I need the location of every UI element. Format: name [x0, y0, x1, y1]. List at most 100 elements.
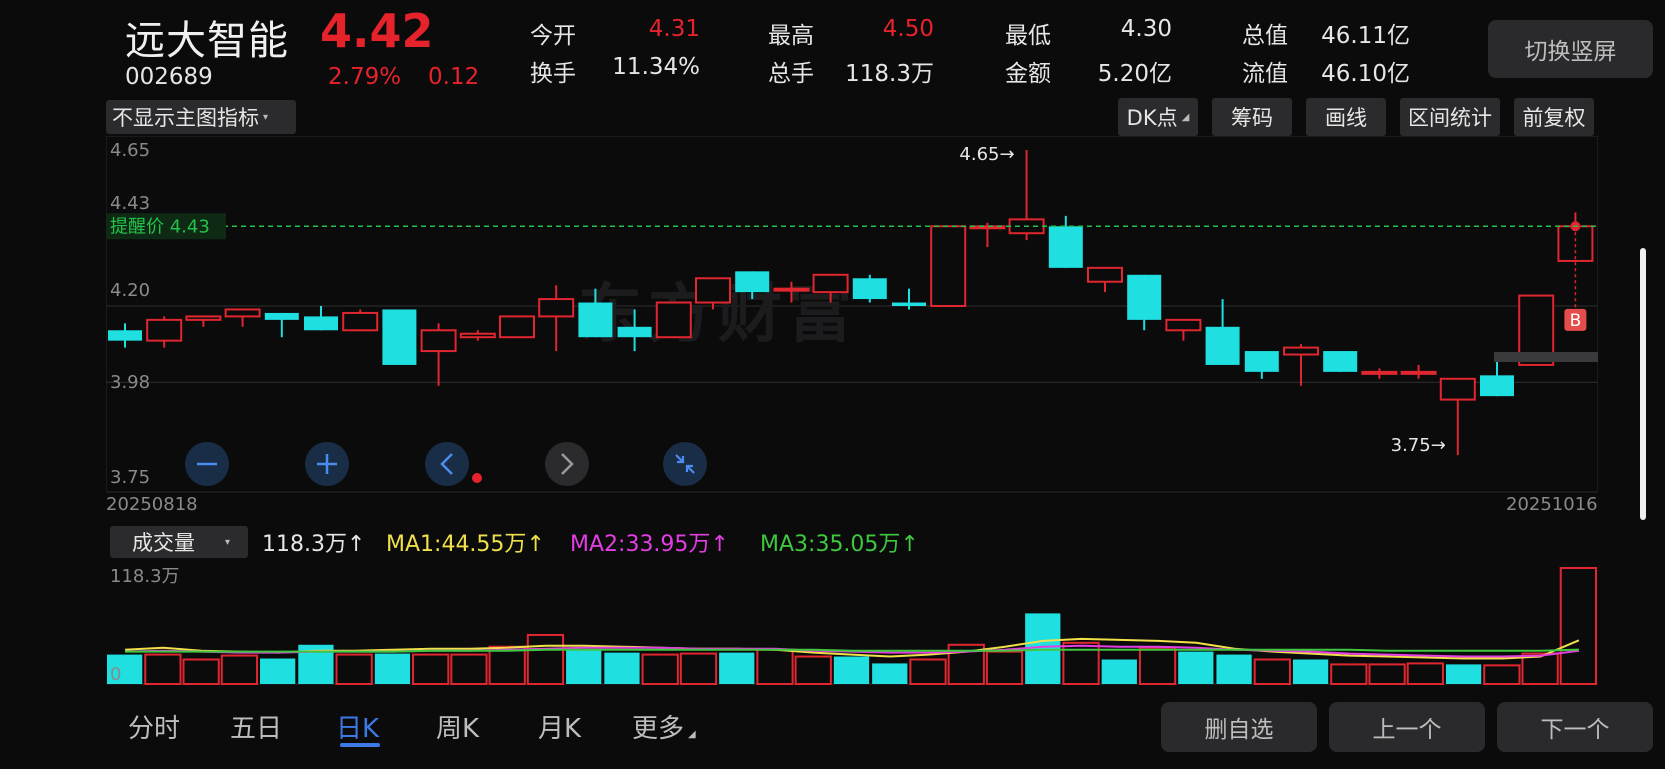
change-amount: 0.12: [428, 64, 480, 90]
volume-ma2-arrow: ↑: [710, 532, 729, 557]
dropdown-icon: ▾: [225, 536, 231, 548]
kline-chart[interactable]: 东方财富 提醒价 4.43 4.65→ 3.75→ B: [106, 136, 1598, 494]
candle: [1127, 274, 1162, 331]
quote-label-float-cap: 流值: [1242, 61, 1288, 87]
scrollbar[interactable]: [1640, 248, 1646, 520]
candle: [108, 323, 142, 348]
dk-point-button[interactable]: DK点 ◢: [1118, 98, 1198, 136]
volume-ma1-value: MA1:44.55万: [386, 532, 527, 557]
volume-indicator-select[interactable]: 成交量 ▾: [110, 526, 248, 558]
alert-price-label: 提醒价 4.43: [110, 216, 210, 237]
next-stock-button[interactable]: 下一个: [1497, 702, 1653, 752]
zoom-in-button[interactable]: [305, 442, 349, 486]
tab-monthly-k[interactable]: 月K: [538, 708, 581, 745]
volume-current-value: 118.3万: [262, 532, 347, 557]
volume-ma3-arrow: ↑: [900, 532, 919, 557]
volume-bar: [1559, 567, 1597, 685]
tab-more-label: 更多: [632, 714, 685, 744]
quote-label-amount: 金额: [1005, 61, 1051, 87]
volume-select-label: 成交量: [132, 531, 195, 555]
volume-bar: [182, 658, 220, 686]
tab-intraday[interactable]: 分时: [128, 708, 180, 745]
volume-bar: [909, 658, 947, 686]
pan-right-button[interactable]: [545, 442, 589, 486]
volume-ma2: MA2:33.95万↑: [570, 526, 729, 558]
volume-bar: [526, 633, 565, 686]
candle: [1400, 364, 1437, 379]
volume-bar: [756, 648, 794, 685]
corner-triangle-icon: ◢: [688, 729, 696, 740]
pan-left-button[interactable]: [425, 442, 482, 486]
remove-watchlist-button[interactable]: 删自选: [1161, 702, 1317, 752]
volume-bar: [1216, 654, 1252, 684]
low-marker: 3.75→: [1391, 435, 1446, 456]
draw-line-button[interactable]: 画线: [1306, 98, 1386, 136]
candle: [1087, 266, 1123, 293]
candle: [1283, 344, 1319, 386]
adjust-button[interactable]: 前复权: [1514, 98, 1594, 136]
volume-bar: [374, 653, 411, 684]
candle: [146, 316, 183, 348]
volume-ma2-value: MA2:33.95万: [570, 532, 711, 557]
volume-bar: [1445, 664, 1482, 684]
volume-bar: [719, 652, 755, 684]
candle: [1323, 351, 1358, 372]
quote-label-volume: 总手: [768, 61, 814, 87]
end-date: 20251016: [1506, 494, 1598, 515]
candle: [538, 285, 575, 352]
volume-bar: [679, 652, 718, 686]
candle: [304, 306, 338, 331]
previous-stock-button[interactable]: 上一个: [1329, 702, 1485, 752]
y-tick-3: 4.20: [110, 280, 151, 301]
volume-current: 118.3万↑: [262, 526, 365, 558]
tab-daily-k[interactable]: 日K: [336, 708, 379, 745]
price-range-bar: [1494, 352, 1598, 362]
candle: [382, 309, 417, 365]
y-tick-1: 4.65: [110, 140, 151, 161]
candle: [1244, 351, 1279, 379]
quote-label-low: 最低: [1005, 23, 1051, 49]
candle: [499, 315, 535, 339]
volume-bar: [1101, 659, 1137, 684]
candle: [852, 274, 887, 303]
volume-bar: [412, 653, 450, 685]
switch-portrait-button[interactable]: 切换竖屏: [1488, 20, 1653, 78]
volume-bar: [1178, 651, 1214, 684]
candle: [1361, 368, 1398, 379]
y-tick-4: 3.98: [110, 372, 151, 393]
volume-chart[interactable]: [106, 560, 1598, 686]
zoom-out-button[interactable]: [185, 442, 229, 486]
volume-bar: [450, 653, 488, 685]
volume-bar: [335, 653, 373, 685]
interval-stats-button[interactable]: 区间统计: [1400, 98, 1500, 136]
volume-bar: [1368, 663, 1406, 685]
quote-value-volume: 118.3万: [845, 61, 934, 87]
volume-bar: [641, 653, 679, 685]
volume-ma3-value: MA3:35.05万: [760, 532, 901, 557]
volume-bar: [1138, 646, 1177, 686]
volume-bar: [604, 652, 640, 684]
dk-point-label: DK点: [1126, 106, 1178, 130]
volume-bar: [985, 650, 1024, 685]
candle: [1165, 318, 1202, 341]
quote-value-open: 4.31: [648, 16, 700, 42]
volume-bar: [794, 655, 832, 686]
candle: [1205, 299, 1240, 365]
candle: [1480, 361, 1514, 397]
volume-ma1: MA1:44.55万↑: [386, 526, 545, 558]
tab-more[interactable]: 更多 ◢: [632, 708, 696, 745]
tab-five-day[interactable]: 五日: [230, 708, 282, 745]
candle: [224, 308, 261, 327]
volume-ma3: MA3:35.05万↑: [760, 526, 919, 558]
volume-bar: [144, 653, 182, 685]
volume-bar: [833, 656, 870, 684]
candle: [264, 312, 299, 338]
collapse-button[interactable]: [663, 442, 707, 486]
indicator-select[interactable]: 不显示主图指标 ▾: [106, 100, 296, 134]
volume-bar: [260, 658, 296, 684]
candle: [420, 323, 457, 386]
tab-weekly-k[interactable]: 周K: [436, 708, 479, 745]
chips-button[interactable]: 筹码: [1212, 98, 1292, 136]
candle: [185, 315, 222, 327]
candle: [459, 330, 496, 341]
